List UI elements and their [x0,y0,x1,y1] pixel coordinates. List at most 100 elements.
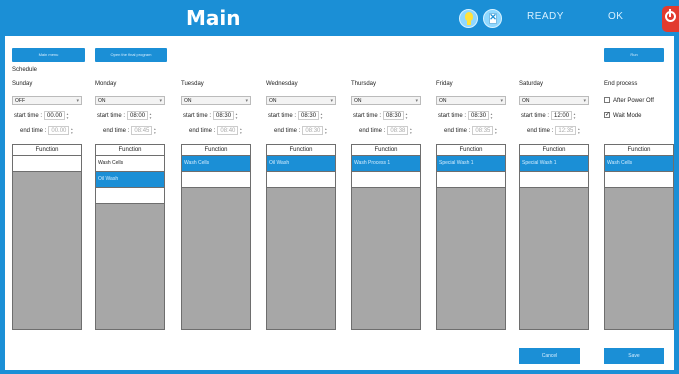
function-row[interactable]: Wash Cells [96,156,164,172]
day-state-select[interactable]: ON ▾ [519,96,589,105]
checkbox-box[interactable] [604,111,610,119]
function-row-empty[interactable] [96,188,164,204]
end-time-row: end time :08:38 ▲ ▼ [359,126,413,136]
function-row-empty[interactable] [182,172,250,188]
function-table[interactable]: Function Oil Wash [266,144,336,330]
end-time-input[interactable]: 08:40 [217,126,239,135]
run-button[interactable]: Run [604,48,664,62]
function-table[interactable]: Function [12,144,82,330]
after-power-off-checkbox[interactable]: After Power Off [604,97,654,105]
end-time-input[interactable]: 08:38 [387,126,409,135]
function-table[interactable]: Function Special Wash 1 [519,144,589,330]
day-state-select[interactable]: OFF ▾ [12,96,82,105]
function-row[interactable]: Special Wash 1 [437,156,505,172]
function-table[interactable]: Function Wash Cells [181,144,251,330]
start-time-input[interactable]: 00.00 [44,111,66,120]
start-time-label: start time : [438,113,467,120]
end-time-input[interactable]: 00.00 [48,126,70,135]
start-time-row: start time :08:30 ▲ ▼ [183,111,239,121]
function-header: Function [437,145,505,156]
save-button[interactable]: Save [604,348,664,364]
function-header: Function [182,145,250,156]
day-column: Sunday OFF ▾ start time :00.00 ▲ ▼ end tim… [12,81,82,331]
open-program-button[interactable]: Open the final program [95,48,167,62]
day-column: Wednesday ON ▾ start time :08:30 ▲ ▼ end t… [266,81,336,331]
start-time-row: start time :08:30 ▲ ▼ [438,111,494,121]
end-time-input[interactable]: 12:35 [555,126,577,135]
schedule-label: Schedule [12,67,38,73]
start-time-input[interactable]: 12:00 [551,111,573,120]
end-time-label: end time : [20,128,47,135]
spinner-icon[interactable]: ▲ ▼ [573,112,577,120]
spinner-icon[interactable]: ▲ ▼ [577,127,581,135]
start-time-label: start time : [353,113,382,120]
end-time-label: end time : [274,128,301,135]
function-table[interactable]: Function Wash Cells Oil Wash [95,144,165,330]
function-row[interactable]: Wash Cells [605,156,673,172]
power-button[interactable] [662,6,679,32]
function-row[interactable]: Wash Process 1 [352,156,420,172]
day-state-value: ON [522,98,530,104]
function-header: Function [520,145,588,156]
wait-mode-label: Wait Mode [613,113,642,119]
main-menu-button[interactable]: Main menu [12,48,85,62]
chevron-down-icon: ▾ [500,98,503,104]
start-time-input[interactable]: 08:00 [127,111,149,120]
start-time-input[interactable]: 08:30 [298,111,320,120]
status-ok: OK [608,11,624,22]
end-time-row: end time :12:35 ▲ ▼ [527,126,581,136]
end-time-input[interactable]: 08:45 [131,126,153,135]
start-time-label: start time : [521,113,550,120]
end-time-label: end time : [444,128,471,135]
spinner-icon[interactable]: ▲ ▼ [320,112,324,120]
spinner-icon[interactable]: ▲ ▼ [239,127,243,135]
day-column: Tuesday ON ▾ start time :08:30 ▲ ▼ end tim… [181,81,251,331]
function-table[interactable]: Function Special Wash 1 [436,144,506,330]
day-state-select[interactable]: ON ▾ [436,96,506,105]
document-icon[interactable]: ✕ [483,9,502,28]
day-state-select[interactable]: ON ▾ [351,96,421,105]
function-row[interactable]: Wash Cells [182,156,250,172]
function-row-empty[interactable] [437,172,505,188]
start-time-input[interactable]: 08:30 [213,111,235,120]
function-row-empty[interactable] [13,156,81,172]
function-row-empty[interactable] [267,172,335,188]
start-time-input[interactable]: 08:30 [383,111,405,120]
function-table[interactable]: Function Wash Process 1 [351,144,421,330]
end-time-input[interactable]: 08:35 [472,126,494,135]
end-process-function-table[interactable]: Function Wash Cells [604,144,674,330]
function-row[interactable]: Oil Wash [267,156,335,172]
spinner-icon[interactable]: ▲ ▼ [405,112,409,120]
start-time-row: start time :00.00 ▲ ▼ [14,111,70,121]
end-time-row: end time :08:40 ▲ ▼ [189,126,243,136]
spinner-icon[interactable]: ▲ ▼ [66,112,70,120]
spinner-icon[interactable]: ▲ ▼ [235,112,239,120]
day-state-select[interactable]: ON ▾ [181,96,251,105]
spinner-icon[interactable]: ▲ ▼ [70,127,74,135]
function-row-empty[interactable] [352,172,420,188]
function-header: Function [96,145,164,156]
spinner-icon[interactable]: ▲ ▼ [149,112,153,120]
day-column: Friday ON ▾ start time :08:30 ▲ ▼ end time… [436,81,506,331]
chevron-down-icon: ▾ [159,98,162,104]
function-row[interactable]: Special Wash 1 [520,156,588,172]
wait-mode-checkbox[interactable]: Wait Mode [604,111,642,120]
function-row-empty[interactable] [520,172,588,188]
spinner-icon[interactable]: ▲ ▼ [153,127,157,135]
day-state-select[interactable]: ON ▾ [266,96,336,105]
day-state-value: ON [439,98,447,104]
end-time-input[interactable]: 08:30 [302,126,324,135]
lightbulb-icon[interactable] [459,9,478,28]
cancel-button[interactable]: Cancel [519,348,580,364]
function-row-empty[interactable] [605,172,673,188]
end-time-label: end time : [189,128,216,135]
checkbox-box[interactable] [604,97,610,104]
day-state-select[interactable]: ON ▾ [95,96,165,105]
spinner-icon[interactable]: ▲ ▼ [494,127,498,135]
start-time-input[interactable]: 08:30 [468,111,490,120]
spinner-icon[interactable]: ▲ ▼ [324,127,328,135]
start-time-row: start time :08:30 ▲ ▼ [353,111,409,121]
spinner-icon[interactable]: ▲ ▼ [490,112,494,120]
function-row[interactable]: Oil Wash [96,172,164,188]
spinner-icon[interactable]: ▲ ▼ [409,127,413,135]
